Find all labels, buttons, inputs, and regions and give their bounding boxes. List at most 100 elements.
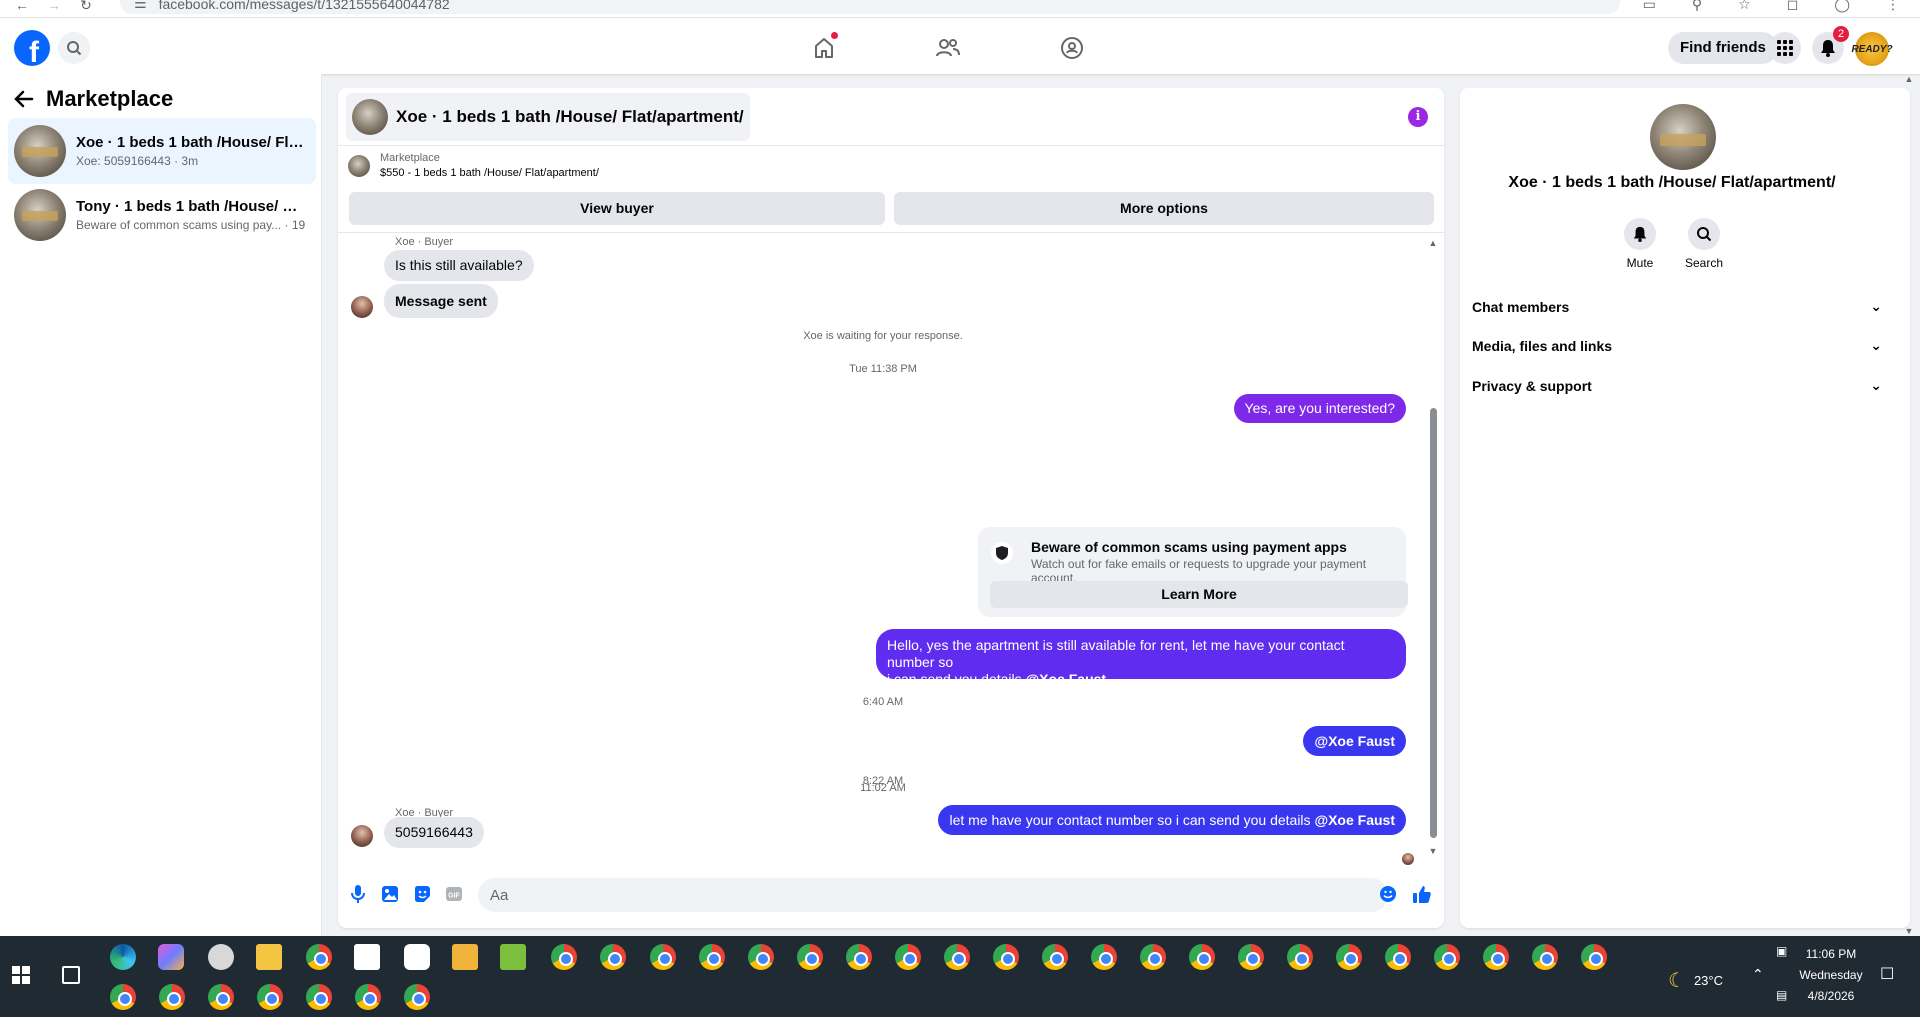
incoming-message[interactable]: Message sent bbox=[384, 284, 498, 318]
forward-arrow-icon[interactable]: → bbox=[40, 0, 68, 18]
chrome-profile-icon[interactable] bbox=[1532, 944, 1558, 970]
back-arrow-icon[interactable] bbox=[14, 89, 34, 109]
sticker-icon[interactable] bbox=[412, 884, 432, 904]
cast-icon[interactable]: ▭ bbox=[1643, 0, 1656, 13]
search-action[interactable]: Search bbox=[1674, 218, 1734, 270]
more-options-button[interactable]: More options bbox=[894, 192, 1434, 225]
chrome-profile-icon[interactable] bbox=[1385, 944, 1411, 970]
page-scrollbar[interactable]: ▲ ▼ bbox=[1904, 74, 1914, 936]
chrome-profile-icon[interactable] bbox=[1189, 944, 1215, 970]
notepad-icon[interactable] bbox=[354, 944, 380, 970]
chrome-profile-icon[interactable] bbox=[257, 984, 283, 1010]
app-icon[interactable] bbox=[452, 944, 478, 970]
scroll-up-icon[interactable]: ▲ bbox=[1428, 238, 1438, 248]
chrome-icon[interactable] bbox=[306, 944, 332, 970]
outgoing-message[interactable]: let me have your contact number so i can… bbox=[938, 805, 1406, 835]
back-arrow-icon[interactable]: ← bbox=[8, 0, 36, 18]
site-info-icon[interactable]: ☰ bbox=[134, 0, 147, 12]
chrome-profile-icon[interactable] bbox=[1042, 944, 1068, 970]
chrome-profile-icon[interactable] bbox=[993, 944, 1019, 970]
menu-dots-icon[interactable]: ⋮ bbox=[1886, 0, 1900, 13]
view-buyer-button[interactable]: View buyer bbox=[349, 192, 885, 225]
chrome-profile-icon[interactable] bbox=[797, 944, 823, 970]
chrome-profile-icon[interactable] bbox=[306, 984, 332, 1010]
notification-center-icon[interactable]: ☐ bbox=[1880, 964, 1894, 984]
user-mention[interactable]: @Xoe Faust bbox=[1314, 733, 1395, 749]
outgoing-message[interactable]: @Xoe Faust bbox=[1303, 726, 1406, 756]
chrome-profile-icon[interactable] bbox=[208, 984, 234, 1010]
like-thumb-icon[interactable] bbox=[1412, 884, 1432, 904]
chat-members-section[interactable]: Chat members ⌄ bbox=[1472, 298, 1882, 315]
chat-scrollbar[interactable]: ▲ ▼ bbox=[1428, 238, 1438, 856]
chrome-profile-icon[interactable] bbox=[355, 984, 381, 1010]
app-icon[interactable] bbox=[500, 944, 526, 970]
weather-widget[interactable]: ☾ 23°C bbox=[1668, 968, 1723, 993]
learn-more-button[interactable]: Learn More bbox=[990, 581, 1408, 608]
groups-tab[interactable] bbox=[1056, 32, 1088, 64]
chrome-profile-icon[interactable] bbox=[110, 984, 136, 1010]
microphone-icon[interactable] bbox=[348, 884, 368, 904]
profile-icon[interactable]: ◯ bbox=[1834, 0, 1850, 13]
home-tab[interactable] bbox=[808, 32, 840, 64]
chrome-profile-icon[interactable] bbox=[159, 984, 185, 1010]
profile-avatar[interactable]: READY? bbox=[1851, 32, 1893, 66]
chrome-profile-icon[interactable] bbox=[895, 944, 921, 970]
bookmark-star-icon[interactable]: ☆ bbox=[1738, 0, 1751, 13]
chrome-profile-icon[interactable] bbox=[699, 944, 725, 970]
chrome-profile-icon[interactable] bbox=[1287, 944, 1313, 970]
search-button[interactable] bbox=[58, 32, 90, 64]
chrome-profile-icon[interactable] bbox=[944, 944, 970, 970]
user-mention[interactable]: @Xoe Faust bbox=[1026, 671, 1107, 687]
windows-start-icon[interactable] bbox=[12, 966, 30, 989]
scrollbar-thumb[interactable] bbox=[1430, 408, 1437, 838]
app-icon[interactable] bbox=[208, 944, 234, 970]
chrome-profile-icon[interactable] bbox=[748, 944, 774, 970]
listing-title[interactable]: $550 - 1 beds 1 bath /House/ Flat/apartm… bbox=[380, 167, 599, 179]
chrome-profile-icon[interactable] bbox=[1091, 944, 1117, 970]
menu-button[interactable] bbox=[1769, 32, 1801, 64]
task-view-icon[interactable] bbox=[62, 966, 80, 984]
chrome-profile-icon[interactable] bbox=[650, 944, 676, 970]
network-icon[interactable]: ▤ bbox=[1776, 988, 1787, 1002]
chrome-profile-icon[interactable] bbox=[551, 944, 577, 970]
notifications-button[interactable]: 2 bbox=[1812, 26, 1849, 64]
reload-icon[interactable]: ↻ bbox=[72, 0, 100, 18]
buyer-avatar[interactable] bbox=[351, 825, 373, 847]
extensions-icon[interactable]: ◻ bbox=[1787, 0, 1799, 13]
photo-icon[interactable] bbox=[380, 884, 400, 904]
chrome-profile-icon[interactable] bbox=[1336, 944, 1362, 970]
scroll-down-icon[interactable]: ▼ bbox=[1904, 926, 1914, 936]
message-input[interactable] bbox=[478, 878, 1388, 912]
scroll-down-icon[interactable]: ▼ bbox=[1428, 846, 1438, 856]
chat-title-button[interactable]: Xoe · 1 beds 1 bath /House/ Flat/apartme… bbox=[346, 93, 750, 141]
chevron-up-icon[interactable]: ⌃ bbox=[1752, 966, 1764, 983]
outgoing-message[interactable]: Yes, are you interested? bbox=[1233, 394, 1406, 423]
chrome-profile-icon[interactable] bbox=[600, 944, 626, 970]
scroll-up-icon[interactable]: ▲ bbox=[1904, 74, 1914, 84]
info-icon[interactable]: i bbox=[1408, 107, 1428, 127]
meet-now-icon[interactable]: ▣ bbox=[1776, 944, 1787, 958]
media-files-links-section[interactable]: Media, files and links ⌄ bbox=[1472, 337, 1882, 354]
user-mention[interactable]: @Xoe Faust bbox=[1314, 812, 1395, 828]
emoji-icon[interactable] bbox=[1378, 884, 1398, 904]
chrome-profile-icon[interactable] bbox=[1483, 944, 1509, 970]
chrome-profile-icon[interactable] bbox=[404, 984, 430, 1010]
buyer-avatar[interactable] bbox=[351, 296, 373, 318]
conversation-item[interactable]: Xoe · 1 beds 1 bath /House/ Flat/a... Xo… bbox=[8, 118, 316, 184]
chrome-profile-icon[interactable] bbox=[1434, 944, 1460, 970]
zoom-icon[interactable]: ⚲ bbox=[1692, 0, 1702, 13]
friends-tab[interactable] bbox=[932, 32, 964, 64]
incoming-message[interactable]: Is this still available? bbox=[384, 250, 534, 281]
conversation-item[interactable]: Tony · 1 beds 1 bath /House/ Flat/a... B… bbox=[8, 182, 316, 248]
capcut-icon[interactable] bbox=[404, 944, 430, 970]
edge-browser-icon[interactable] bbox=[110, 944, 136, 970]
find-friends-button[interactable]: Find friends bbox=[1668, 32, 1778, 64]
facebook-logo[interactable]: f bbox=[14, 30, 50, 66]
chrome-profile-icon[interactable] bbox=[846, 944, 872, 970]
gif-icon[interactable]: GIF bbox=[444, 884, 464, 904]
privacy-support-section[interactable]: Privacy & support ⌄ bbox=[1472, 377, 1882, 394]
outgoing-message[interactable]: Hello, yes the apartment is still availa… bbox=[876, 629, 1406, 687]
chrome-profile-icon[interactable] bbox=[1581, 944, 1607, 970]
file-explorer-icon[interactable] bbox=[256, 944, 282, 970]
copilot-icon[interactable] bbox=[158, 944, 184, 970]
